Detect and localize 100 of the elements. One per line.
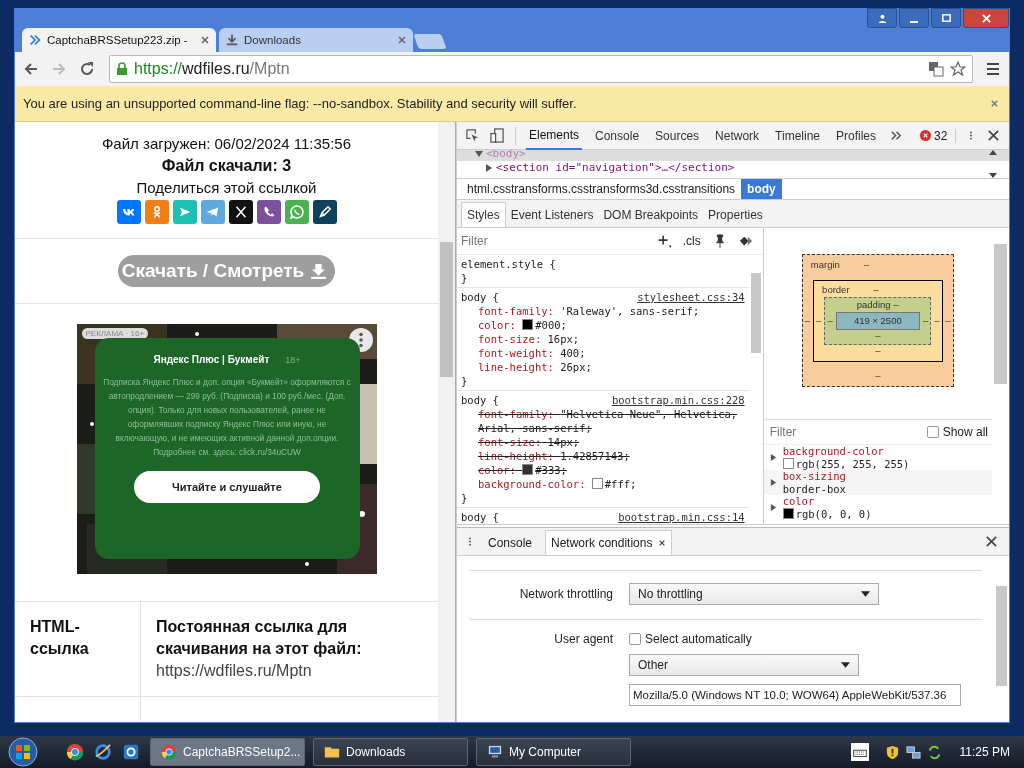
folder-icon [324,744,340,760]
close-icon [980,12,992,24]
close-icon[interactable] [984,534,999,549]
taskbar-button[interactable]: Downloads [313,738,468,766]
plus-icon[interactable] [656,234,671,248]
browser-tab[interactable]: CaptchaBRSSetup223.zip - [22,28,216,52]
property-name: background-color [782,445,885,458]
star-icon[interactable] [950,61,966,77]
upload-date: Файл загружен: 06/02/2024 11:35:56 [101,134,352,154]
panel-tab[interactable]: Properties [703,203,768,227]
share-button[interactable] [256,200,281,224]
maximize-button[interactable] [931,8,961,28]
profile-button[interactable] [867,8,897,28]
shield-icon[interactable] [884,744,900,760]
throttling-select[interactable]: No throttling [629,583,879,605]
globe-icon[interactable] [94,743,112,761]
expand-triangle-icon[interactable] [769,454,777,461]
class-toggle[interactable]: .cls [682,234,701,248]
link-label: HTML-ссылка [30,618,89,657]
color-swatch[interactable] [591,478,603,489]
breadcrumb[interactable]: body [741,179,782,199]
source-link[interactable]: stylesheet.css:34 [637,290,745,304]
close-icon[interactable] [658,539,667,547]
color-swatch[interactable] [782,457,794,469]
reload-icon[interactable] [79,61,95,77]
menu-icon[interactable] [985,61,1001,77]
computer-icon [487,744,503,760]
dom-node[interactable]: <section id="navigation">…</section> [457,161,1009,175]
css-property: color: #000; [477,318,568,332]
inspect-icon[interactable] [465,128,480,143]
content-box: 419 × 2500 [835,311,920,330]
download-icon [225,33,239,47]
browser-icon[interactable] [66,743,84,761]
address-bar[interactable]: https://wdfiles.ru/Mptn [109,55,973,83]
panel-tab[interactable]: Styles [461,202,506,227]
back-icon[interactable] [23,61,39,77]
expand-triangle-icon[interactable] [769,479,777,486]
source-link[interactable]: bootstrap.min.css:14 [618,510,745,524]
lock-icon [116,62,128,76]
ad-cta-button[interactable]: Читайте и слушайте [134,471,320,503]
css-property: font-weight: 400; [477,346,587,360]
tab-title: Downloads [244,34,302,46]
drawer-tab[interactable]: Console [483,531,538,555]
checkbox[interactable] [926,426,939,438]
taskbar-button[interactable]: My Computer [476,738,631,766]
sync-icon[interactable] [926,744,942,760]
translate-icon[interactable] [928,61,944,77]
source-link[interactable]: bootstrap.min.css:228 [611,393,745,407]
devtools-tab[interactable]: Console [592,121,643,150]
collapsed-triangle-icon[interactable] [485,164,493,172]
chevron-icon [28,33,42,47]
ad-disclaimer: Подписка Яндекс Плюс и доп. опция «Букмейт» оформляются с автопродлением — 299 руб. (Подписка) и 100 руб./мес. (Доп. опция). Только для новых пользователей, ранее не оформлявших подписку Яндекс Плюс или иную, не включающую, и не имеющих активной данной доп.опции. Подробнее см. здесь: click.ru/34uCUW [102,376,352,459]
taskbar-button[interactable]: CaptchaBRSSetup2... [150,738,305,766]
checkbox[interactable] [629,633,641,645]
expand-triangle-icon[interactable] [769,504,777,511]
scroll-arrows-icon[interactable] [989,150,997,178]
devtools-tab[interactable]: Timeline [772,121,823,150]
filter-field[interactable]: Filter [459,233,645,249]
field-label: User agent [553,632,613,646]
device-icon[interactable] [490,128,505,143]
panel-tab[interactable]: DOM Breakpoints [598,203,704,227]
color-swatch[interactable] [522,464,534,475]
diamond-icon[interactable] [738,234,753,248]
maximize-icon [940,12,952,24]
margin-box: margin – – border – – padding – – 419 × 2500 – – – – – – [801,254,954,387]
padding-box: padding – – 419 × 2500 – – [824,296,932,345]
color-swatch[interactable] [522,319,534,330]
network-icon[interactable] [905,744,921,760]
browser-tab[interactable]: Downloads [219,28,413,52]
share-button[interactable] [312,200,337,224]
color-swatch[interactable] [782,507,794,519]
close-icon[interactable] [200,35,210,45]
devtools-tab[interactable]: Network [712,121,763,150]
minimize-button[interactable] [899,8,929,28]
permalink[interactable]: https://wdfiles.ru/Mptn [156,660,423,682]
border-box: border – – padding – – 419 × 2500 – – – – [813,279,943,362]
tab-title: CaptchaBRSSetup223.zip - [47,34,189,46]
css-property: color: #333; [477,463,568,477]
link-title: Постоянная ссылка для скачивания на этот файл: [156,617,363,659]
new-tab-button[interactable] [413,34,447,49]
app-icon[interactable] [122,743,140,761]
drawer-tab[interactable]: Network conditions [545,530,673,555]
filter-field[interactable]: Filter [767,424,927,440]
expanded-triangle-icon[interactable] [475,150,483,158]
share-button[interactable] [228,200,253,224]
error-counter[interactable]: 32 [920,128,957,143]
devtools-tab[interactable]: Sources [652,121,703,150]
minimize-icon [910,20,918,23]
close-icon[interactable] [986,128,1002,143]
panel-tab[interactable]: Event Listeners [505,203,599,227]
devtools-tab[interactable]: Profiles [833,121,880,150]
css-property: font-size: 14px; [477,435,581,449]
start-button[interactable] [8,737,38,767]
scrollbar[interactable] [438,122,455,722]
close-button[interactable] [963,8,1009,28]
closing-brace: } [461,374,469,388]
breadcrumb[interactable]: html.csstransforms.csstransforms3d.csstransitions [461,179,742,199]
user-agent-select[interactable]: Other [629,654,859,676]
user-agent-field[interactable]: Mozilla/5.0 (Windows NT 10.0; WOW64) AppleWebKit/537.36 [629,684,961,706]
clock[interactable]: 11:25 PM [959,745,1010,759]
